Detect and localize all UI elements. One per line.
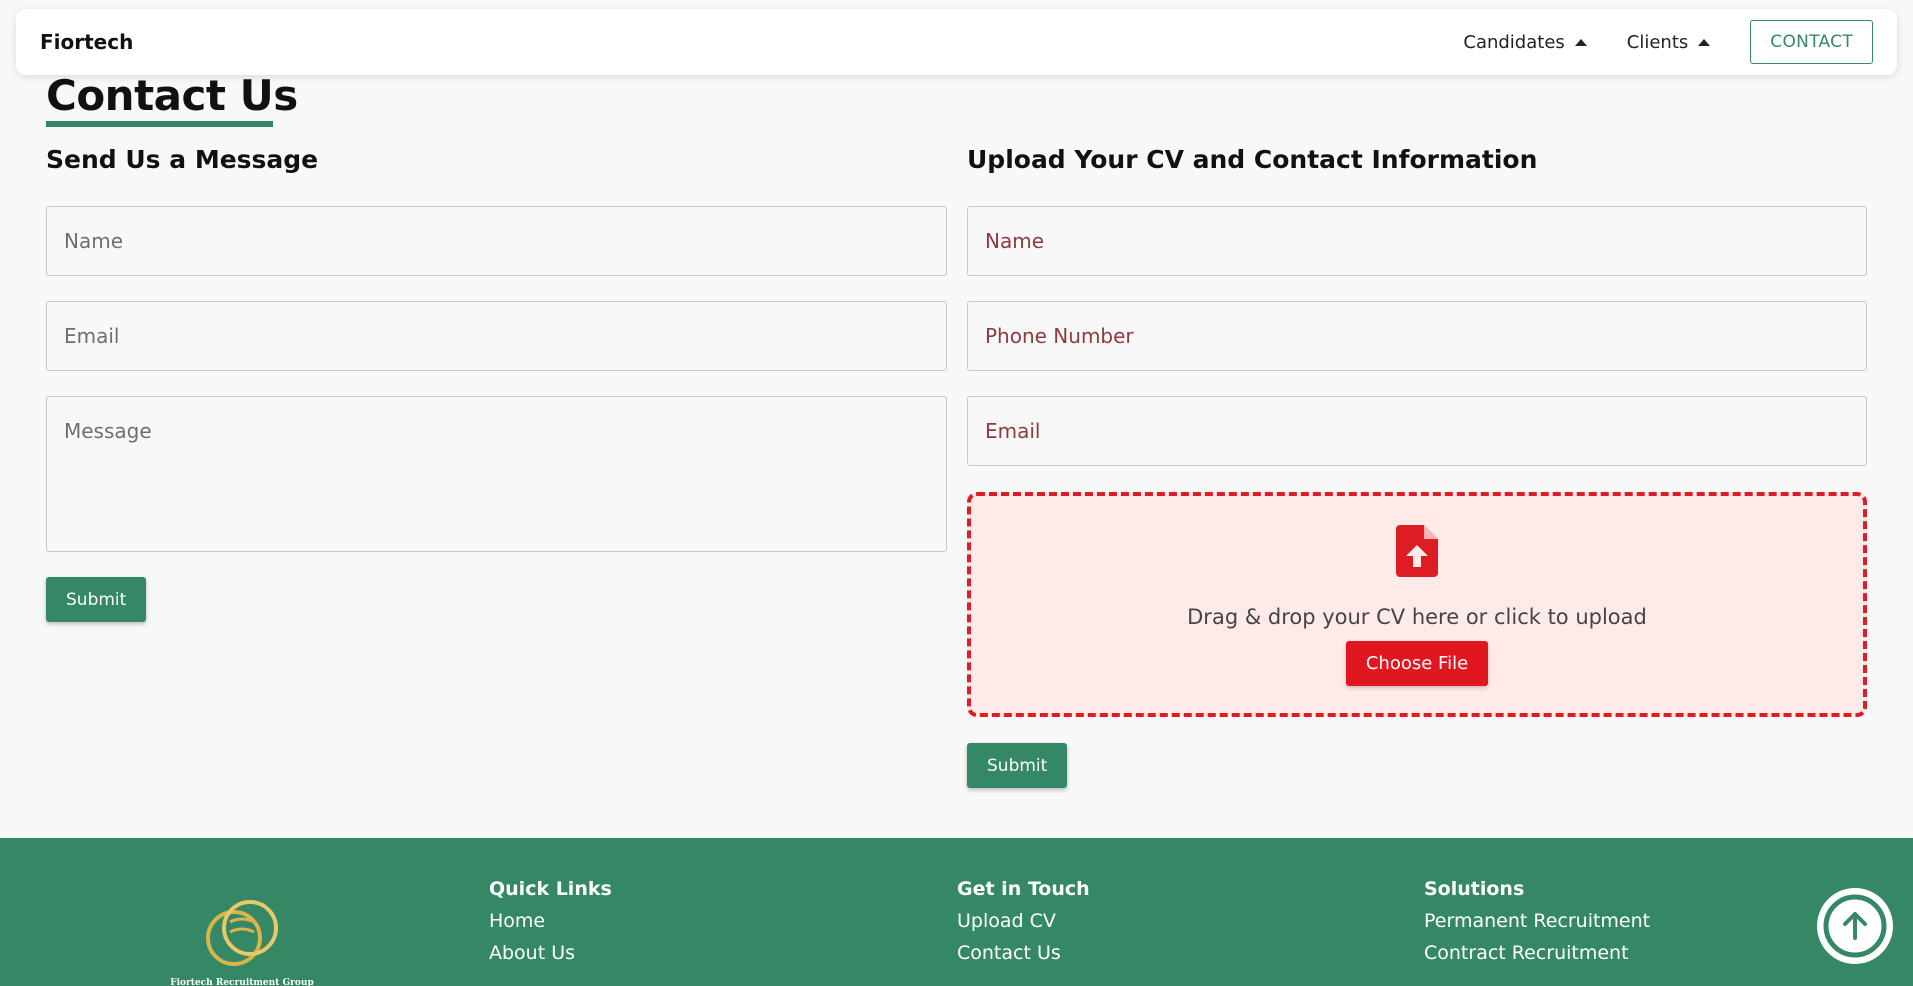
caret-up-icon <box>1698 38 1711 46</box>
footer: Fiortech Recruitment Group Quick Links H… <box>0 838 1913 986</box>
cv-dropzone[interactable]: Drag & drop your CV here or click to upl… <box>967 492 1867 717</box>
footer-heading: Quick Links <box>489 878 612 900</box>
file-upload-icon <box>1396 525 1438 577</box>
cv-phone-field[interactable]: Phone Number <box>967 301 1867 371</box>
footer-link-upload-cv[interactable]: Upload CV <box>957 910 1090 932</box>
nav-item-label: Candidates <box>1463 31 1565 53</box>
cv-form-title: Upload Your CV and Contact Information <box>967 145 1538 174</box>
footer-link-contract[interactable]: Contract Recruitment <box>1424 942 1650 964</box>
footer-link-home[interactable]: Home <box>489 910 612 932</box>
nav-item-label: Clients <box>1626 31 1689 53</box>
footer-link-contact[interactable]: Contact Us <box>957 942 1090 964</box>
footer-solutions: Solutions Permanent Recruitment Contract… <box>1424 878 1650 974</box>
nav-item-candidates[interactable]: Candidates <box>1463 31 1587 53</box>
footer-link-permanent[interactable]: Permanent Recruitment <box>1424 910 1650 932</box>
logo-caption: Fiortech Recruitment Group <box>170 978 314 986</box>
footer-link-about[interactable]: About Us <box>489 942 612 964</box>
cv-email-field[interactable]: Email <box>967 396 1867 466</box>
rings-logo-icon <box>206 900 278 966</box>
message-email-field[interactable]: Email <box>46 301 947 371</box>
footer-heading: Solutions <box>1424 878 1525 900</box>
cv-submit-button[interactable]: Submit <box>967 743 1068 788</box>
top-navbar: Fiortech Candidates Clients CONTACT <box>16 9 1897 75</box>
message-submit-button[interactable]: Submit <box>46 577 147 622</box>
nav-item-clients[interactable]: Clients <box>1627 32 1711 53</box>
footer-heading: Get in Touch <box>957 878 1090 900</box>
message-form-title: Send Us a Message <box>46 145 319 174</box>
title-underline <box>46 121 273 127</box>
message-name-field[interactable]: Name <box>46 206 947 276</box>
footer-quick-links: Quick Links Home About Us <box>489 878 612 974</box>
cv-name-field[interactable]: Name <box>967 206 1867 276</box>
brand-logo-text[interactable]: Fiortech <box>40 30 133 54</box>
choose-file-button[interactable]: Choose File <box>1345 641 1489 686</box>
dropzone-text: Drag & drop your CV here or click to upl… <box>1187 605 1647 629</box>
caret-up-icon <box>1574 38 1587 46</box>
page-title: Contact Us <box>46 71 298 120</box>
scroll-to-top-button[interactable] <box>1817 888 1893 964</box>
message-textarea[interactable]: Message <box>46 396 947 552</box>
nav-menu: Candidates Clients CONTACT <box>1463 20 1873 64</box>
footer-get-in-touch: Get in Touch Upload CV Contact Us <box>957 878 1090 974</box>
footer-logo[interactable]: Fiortech Recruitment Group <box>168 896 316 986</box>
contact-button[interactable]: CONTACT <box>1750 20 1873 64</box>
arrow-up-icon <box>1823 894 1887 958</box>
